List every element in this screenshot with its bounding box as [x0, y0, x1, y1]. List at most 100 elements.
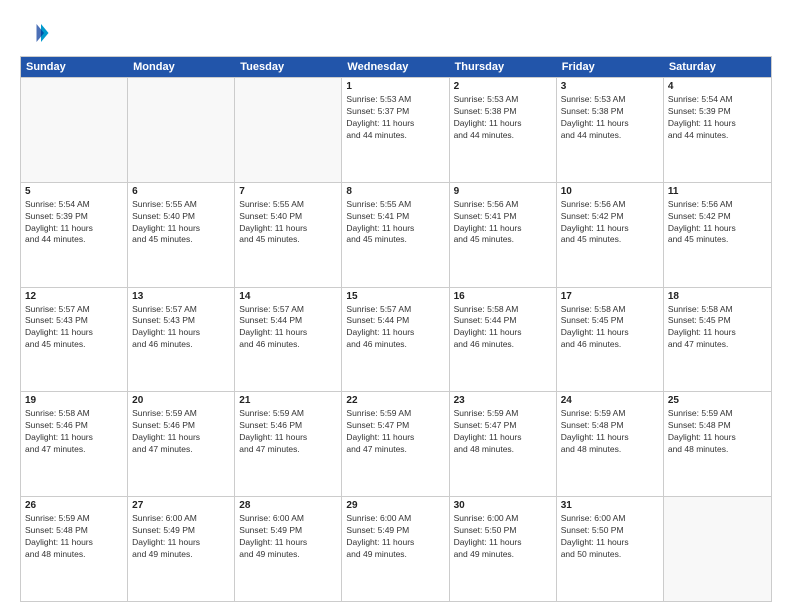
day-cell-2: 2Sunrise: 5:53 AM Sunset: 5:38 PM Daylig… — [450, 78, 557, 182]
day-number: 22 — [346, 395, 444, 406]
day-cell-12: 12 Sunrise: 5:57 AM Sunset: 5:43 PM Dayli… — [21, 288, 128, 392]
day-cell-26: 26 Sunrise: 5:59 AM Sunset: 5:48 PM Dayli… — [21, 497, 128, 601]
day-cell-10: 10Sunrise: 5:56 AM Sunset: 5:42 PM Dayli… — [557, 183, 664, 287]
day-cell-7: 7 Sunrise: 5:55 AM Sunset: 5:40 PM Daylig… — [235, 183, 342, 287]
day-number: 8 — [346, 186, 444, 197]
day-number: 10 — [561, 186, 659, 197]
day-detail: Sunrise: 5:58 AM Sunset: 5:45 PM Dayligh… — [561, 304, 659, 352]
header-day-saturday: Saturday — [664, 57, 771, 77]
calendar: SundayMondayTuesdayWednesdayThursdayFrid… — [20, 56, 772, 602]
day-detail: Sunrise: 5:57 AM Sunset: 5:44 PM Dayligh… — [346, 304, 444, 352]
empty-cell — [664, 497, 771, 601]
day-detail: Sunrise: 5:55 AM Sunset: 5:40 PM Dayligh… — [239, 199, 337, 247]
day-detail: Sunrise: 5:54 AM Sunset: 5:39 PM Dayligh… — [668, 94, 767, 142]
empty-cell — [128, 78, 235, 182]
day-cell-11: 11Sunrise: 5:56 AM Sunset: 5:42 PM Dayli… — [664, 183, 771, 287]
week-row-5: 26 Sunrise: 5:59 AM Sunset: 5:48 PM Dayli… — [21, 496, 771, 601]
day-detail: Sunrise: 6:00 AM Sunset: 5:49 PM Dayligh… — [239, 513, 337, 561]
day-detail: Sunrise: 5:59 AM Sunset: 5:46 PM Dayligh… — [239, 408, 337, 456]
day-cell-21: 21 Sunrise: 5:59 AM Sunset: 5:46 PM Dayli… — [235, 392, 342, 496]
day-cell-29: 29 Sunrise: 6:00 AM Sunset: 5:49 PM Dayli… — [342, 497, 449, 601]
day-detail: Sunrise: 5:59 AM Sunset: 5:48 PM Dayligh… — [561, 408, 659, 456]
day-detail: Sunrise: 6:00 AM Sunset: 5:50 PM Dayligh… — [454, 513, 552, 561]
header-day-monday: Monday — [128, 57, 235, 77]
day-detail: Sunrise: 5:59 AM Sunset: 5:46 PM Dayligh… — [132, 408, 230, 456]
day-detail: Sunrise: 6:00 AM Sunset: 5:50 PM Dayligh… — [561, 513, 659, 561]
day-number: 6 — [132, 186, 230, 197]
day-cell-8: 8 Sunrise: 5:55 AM Sunset: 5:41 PM Daylig… — [342, 183, 449, 287]
logo — [20, 18, 54, 48]
day-cell-30: 30 Sunrise: 6:00 AM Sunset: 5:50 PM Dayli… — [450, 497, 557, 601]
day-number: 25 — [668, 395, 767, 406]
week-row-4: 19 Sunrise: 5:58 AM Sunset: 5:46 PM Dayli… — [21, 391, 771, 496]
day-cell-20: 20 Sunrise: 5:59 AM Sunset: 5:46 PM Dayli… — [128, 392, 235, 496]
header — [20, 18, 772, 48]
day-number: 5 — [25, 186, 123, 197]
day-number: 14 — [239, 291, 337, 302]
header-day-wednesday: Wednesday — [342, 57, 449, 77]
day-cell-22: 22 Sunrise: 5:59 AM Sunset: 5:47 PM Dayli… — [342, 392, 449, 496]
page: SundayMondayTuesdayWednesdayThursdayFrid… — [0, 0, 792, 612]
day-cell-19: 19 Sunrise: 5:58 AM Sunset: 5:46 PM Dayli… — [21, 392, 128, 496]
week-row-1: 1 Sunrise: 5:53 AM Sunset: 5:37 PM Daylig… — [21, 77, 771, 182]
day-cell-24: 24Sunrise: 5:59 AM Sunset: 5:48 PM Dayli… — [557, 392, 664, 496]
day-detail: Sunrise: 5:57 AM Sunset: 5:43 PM Dayligh… — [25, 304, 123, 352]
day-cell-15: 15 Sunrise: 5:57 AM Sunset: 5:44 PM Dayli… — [342, 288, 449, 392]
day-cell-14: 14 Sunrise: 5:57 AM Sunset: 5:44 PM Dayli… — [235, 288, 342, 392]
day-cell-31: 31 Sunrise: 6:00 AM Sunset: 5:50 PM Dayli… — [557, 497, 664, 601]
header-day-thursday: Thursday — [450, 57, 557, 77]
day-detail: Sunrise: 5:58 AM Sunset: 5:46 PM Dayligh… — [25, 408, 123, 456]
day-detail: Sunrise: 5:58 AM Sunset: 5:45 PM Dayligh… — [668, 304, 767, 352]
day-number: 20 — [132, 395, 230, 406]
day-number: 28 — [239, 500, 337, 511]
day-number: 21 — [239, 395, 337, 406]
day-cell-5: 5 Sunrise: 5:54 AM Sunset: 5:39 PM Daylig… — [21, 183, 128, 287]
day-detail: Sunrise: 5:55 AM Sunset: 5:41 PM Dayligh… — [346, 199, 444, 247]
header-day-sunday: Sunday — [21, 57, 128, 77]
day-detail: Sunrise: 6:00 AM Sunset: 5:49 PM Dayligh… — [346, 513, 444, 561]
calendar-header: SundayMondayTuesdayWednesdayThursdayFrid… — [21, 57, 771, 77]
day-detail: Sunrise: 5:57 AM Sunset: 5:44 PM Dayligh… — [239, 304, 337, 352]
day-cell-17: 17Sunrise: 5:58 AM Sunset: 5:45 PM Dayli… — [557, 288, 664, 392]
day-number: 11 — [668, 186, 767, 197]
day-cell-27: 27Sunrise: 6:00 AM Sunset: 5:49 PM Dayli… — [128, 497, 235, 601]
day-detail: Sunrise: 5:53 AM Sunset: 5:37 PM Dayligh… — [346, 94, 444, 142]
day-number: 9 — [454, 186, 552, 197]
day-number: 3 — [561, 81, 659, 92]
day-detail: Sunrise: 5:59 AM Sunset: 5:48 PM Dayligh… — [25, 513, 123, 561]
empty-cell — [21, 78, 128, 182]
day-number: 18 — [668, 291, 767, 302]
day-number: 19 — [25, 395, 123, 406]
day-number: 26 — [25, 500, 123, 511]
day-cell-28: 28 Sunrise: 6:00 AM Sunset: 5:49 PM Dayli… — [235, 497, 342, 601]
day-number: 13 — [132, 291, 230, 302]
day-cell-6: 6Sunrise: 5:55 AM Sunset: 5:40 PM Daylig… — [128, 183, 235, 287]
week-row-3: 12 Sunrise: 5:57 AM Sunset: 5:43 PM Dayli… — [21, 287, 771, 392]
day-detail: Sunrise: 5:57 AM Sunset: 5:43 PM Dayligh… — [132, 304, 230, 352]
day-number: 1 — [346, 81, 444, 92]
day-cell-13: 13 Sunrise: 5:57 AM Sunset: 5:43 PM Dayli… — [128, 288, 235, 392]
day-cell-1: 1 Sunrise: 5:53 AM Sunset: 5:37 PM Daylig… — [342, 78, 449, 182]
logo-icon — [20, 18, 50, 48]
day-cell-23: 23Sunrise: 5:59 AM Sunset: 5:47 PM Dayli… — [450, 392, 557, 496]
day-cell-18: 18 Sunrise: 5:58 AM Sunset: 5:45 PM Dayli… — [664, 288, 771, 392]
header-day-friday: Friday — [557, 57, 664, 77]
day-cell-9: 9 Sunrise: 5:56 AM Sunset: 5:41 PM Daylig… — [450, 183, 557, 287]
day-detail: Sunrise: 6:00 AM Sunset: 5:49 PM Dayligh… — [132, 513, 230, 561]
day-cell-3: 3Sunrise: 5:53 AM Sunset: 5:38 PM Daylig… — [557, 78, 664, 182]
day-number: 29 — [346, 500, 444, 511]
day-number: 16 — [454, 291, 552, 302]
day-detail: Sunrise: 5:59 AM Sunset: 5:47 PM Dayligh… — [454, 408, 552, 456]
day-cell-4: 4Sunrise: 5:54 AM Sunset: 5:39 PM Daylig… — [664, 78, 771, 182]
day-number: 12 — [25, 291, 123, 302]
day-detail: Sunrise: 5:56 AM Sunset: 5:41 PM Dayligh… — [454, 199, 552, 247]
day-number: 15 — [346, 291, 444, 302]
day-number: 31 — [561, 500, 659, 511]
day-number: 30 — [454, 500, 552, 511]
header-day-tuesday: Tuesday — [235, 57, 342, 77]
day-detail: Sunrise: 5:53 AM Sunset: 5:38 PM Dayligh… — [454, 94, 552, 142]
day-cell-16: 16Sunrise: 5:58 AM Sunset: 5:44 PM Dayli… — [450, 288, 557, 392]
day-detail: Sunrise: 5:59 AM Sunset: 5:47 PM Dayligh… — [346, 408, 444, 456]
day-detail: Sunrise: 5:54 AM Sunset: 5:39 PM Dayligh… — [25, 199, 123, 247]
day-number: 7 — [239, 186, 337, 197]
